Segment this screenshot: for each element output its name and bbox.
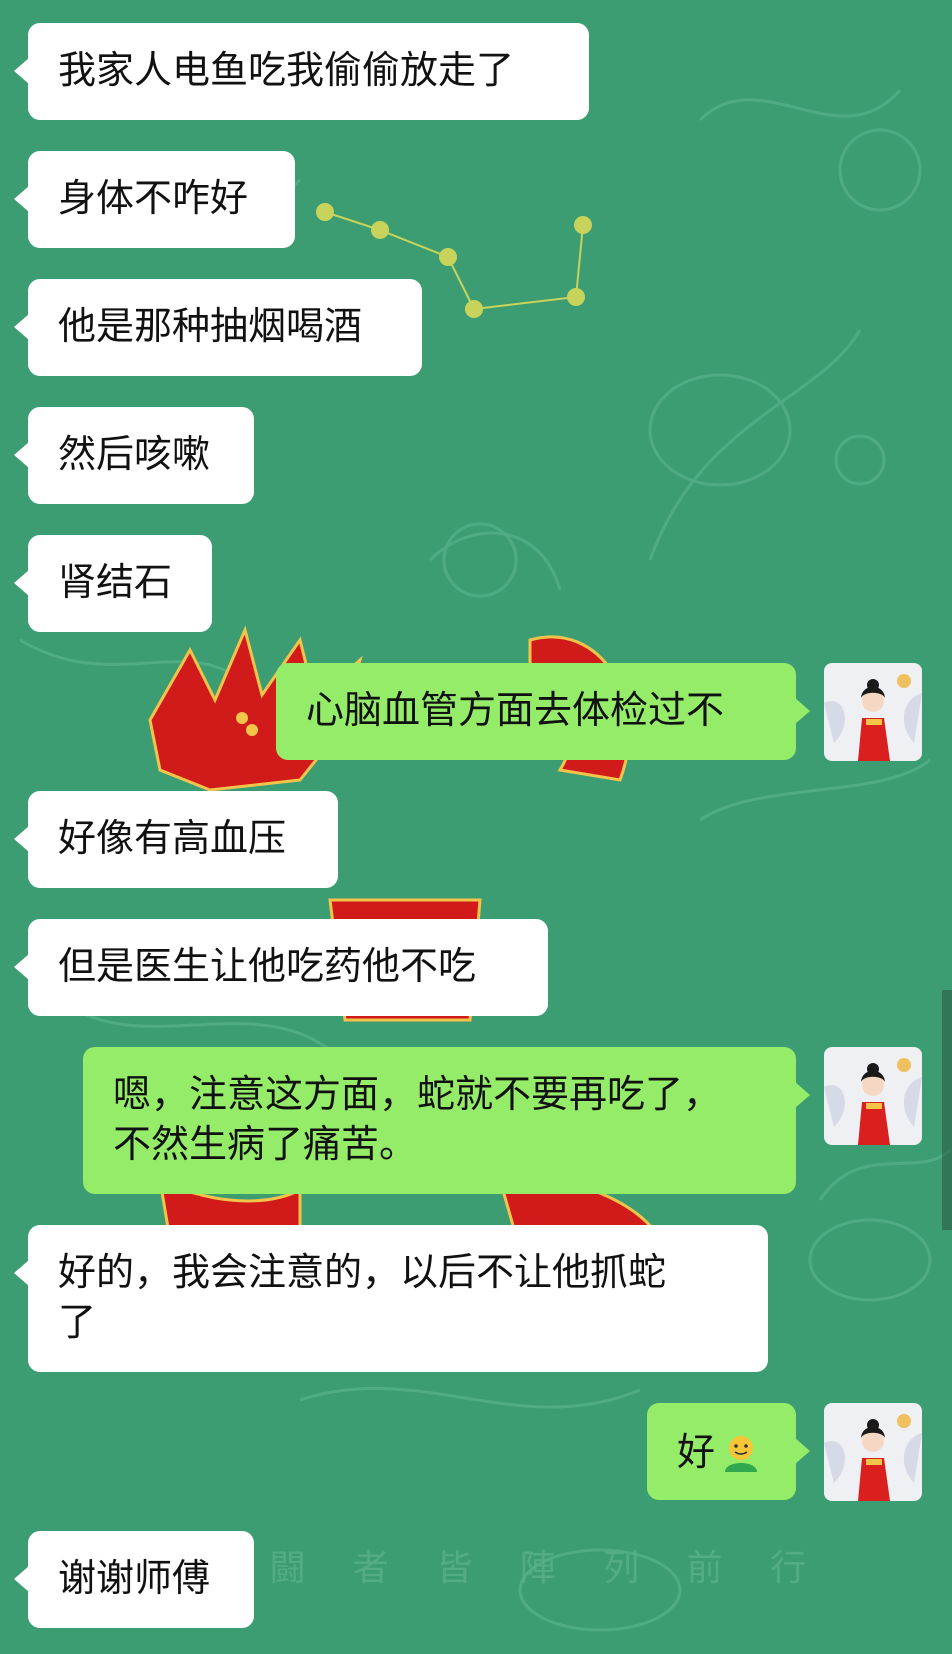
message-bubble-outgoing[interactable]: 好 — [647, 1403, 810, 1500]
message-bubble-incoming[interactable]: 然后咳嗽 — [14, 407, 254, 504]
message-text: 好 — [677, 1429, 716, 1474]
message-text: 肾结石 — [58, 560, 173, 604]
message-bubble-incoming[interactable]: 但是医生让他吃药他不吃 — [14, 919, 548, 1016]
message-bubble-incoming[interactable]: 好的，我会注意的，以后不让他抓蛇 了 — [14, 1225, 768, 1372]
avatar-image — [824, 1047, 922, 1145]
message-text-line: 好的，我会注意的，以后不让他抓蛇 — [58, 1250, 667, 1294]
user-avatar[interactable] — [824, 663, 922, 761]
user-avatar[interactable] — [824, 1403, 922, 1501]
message-bubble-incoming[interactable]: 身体不咋好 — [14, 151, 295, 248]
message-bubble-incoming[interactable]: 好像有高血压 — [14, 791, 338, 888]
message-text-line: 了 — [58, 1300, 97, 1344]
message-text: 身体不咋好 — [58, 176, 249, 220]
message-bubble-incoming[interactable]: 谢谢师傅 — [14, 1531, 254, 1628]
message-text: 谢谢师傅 — [58, 1556, 211, 1600]
message-text: 但是医生让他吃药他不吃 — [58, 944, 477, 988]
message-text: 心脑血管方面去体检过不 — [306, 688, 725, 732]
message-text-line: 嗯，注意这方面，蛇就不要再吃了， — [113, 1072, 722, 1116]
message-text: 他是那种抽烟喝酒 — [58, 304, 363, 348]
avatar-image — [824, 663, 922, 761]
message-bubble-incoming[interactable]: 我家人电鱼吃我偷偷放走了 — [14, 23, 589, 120]
svg-text:·闘 者 皆 陣 列 前 行: ·闘 者 皆 陣 列 前 行 — [240, 1548, 824, 1589]
message-text: 然后咳嗽 — [58, 432, 211, 476]
scroll-indicator[interactable] — [942, 990, 952, 1230]
message-text-line: 不然生病了痛苦。 — [113, 1122, 418, 1166]
message-text: 好像有高血压 — [58, 816, 287, 860]
smiling-person-emoji-icon — [719, 1430, 763, 1474]
message-bubble-outgoing[interactable]: 心脑血管方面去体检过不 — [276, 663, 810, 760]
message-bubble-outgoing[interactable]: 嗯，注意这方面，蛇就不要再吃了， 不然生病了痛苦。 — [83, 1047, 810, 1194]
message-bubble-incoming[interactable]: 肾结石 — [14, 535, 212, 632]
avatar-image — [824, 1403, 922, 1501]
message-text: 我家人电鱼吃我偷偷放走了 — [58, 48, 515, 92]
user-avatar[interactable] — [824, 1047, 922, 1145]
message-bubble-incoming[interactable]: 他是那种抽烟喝酒 — [14, 279, 422, 376]
